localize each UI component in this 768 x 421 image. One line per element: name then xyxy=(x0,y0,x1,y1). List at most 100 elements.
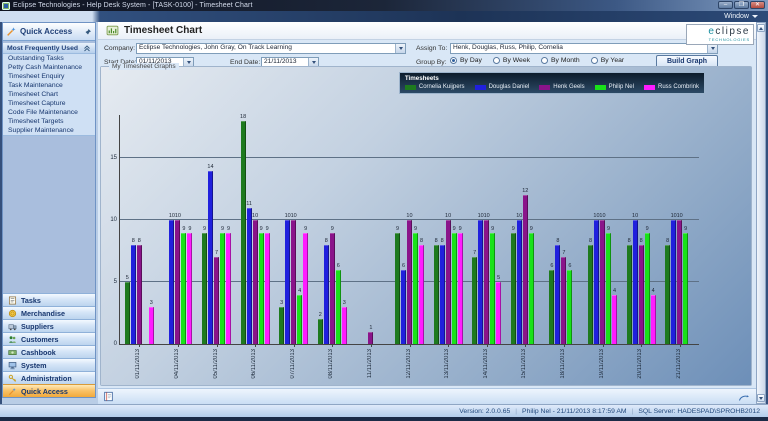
bar-henk-geels[interactable] xyxy=(446,220,451,344)
maximize-button[interactable]: ❐ xyxy=(734,1,749,9)
minimize-button[interactable]: – xyxy=(718,1,733,9)
bar-douglas-daniel[interactable] xyxy=(169,220,174,344)
bar-russ-combrink[interactable] xyxy=(187,233,192,344)
scroll-down-button[interactable] xyxy=(757,394,765,402)
bar-cornelia-kuijpers[interactable] xyxy=(511,233,516,344)
bar-russ-combrink[interactable] xyxy=(612,295,617,345)
scroll-up-button[interactable] xyxy=(757,24,765,32)
bar-philip-nel[interactable] xyxy=(452,233,457,344)
bar-cornelia-kuijpers[interactable] xyxy=(472,257,477,344)
radio-by-week[interactable]: By Week xyxy=(493,57,530,64)
sidebar-header[interactable]: Quick Access xyxy=(3,23,95,41)
bar-douglas-daniel[interactable] xyxy=(478,220,483,344)
bar-philip-nel[interactable] xyxy=(181,233,186,344)
vertical-scrollbar[interactable] xyxy=(756,22,766,404)
bar-henk-geels[interactable] xyxy=(253,220,258,344)
sidebar-item-timesheet-chart[interactable]: Timesheet Chart xyxy=(3,90,95,99)
close-button[interactable]: ✕ xyxy=(750,1,765,9)
bar-russ-combrink[interactable] xyxy=(265,233,270,344)
bar-russ-combrink[interactable] xyxy=(303,233,308,344)
bar-douglas-daniel[interactable] xyxy=(517,220,522,344)
bar-philip-nel[interactable] xyxy=(259,233,264,344)
bar-philip-nel[interactable] xyxy=(529,233,534,344)
bar-cornelia-kuijpers[interactable] xyxy=(588,245,593,344)
nav-cashbook[interactable]: Cashbook xyxy=(3,345,95,358)
bar-henk-geels[interactable] xyxy=(175,220,180,344)
radio-by-month[interactable]: By Month xyxy=(541,57,580,64)
bar-cornelia-kuijpers[interactable] xyxy=(125,282,130,344)
bar-philip-nel[interactable] xyxy=(413,233,418,344)
radio-by-day[interactable]: By Day xyxy=(450,57,482,64)
bar-philip-nel[interactable] xyxy=(683,233,688,344)
bar-russ-combrink[interactable] xyxy=(226,233,231,344)
bar-henk-geels[interactable] xyxy=(600,220,605,344)
bar-henk-geels[interactable] xyxy=(484,220,489,344)
bar-henk-geels[interactable] xyxy=(137,245,142,344)
bar-douglas-daniel[interactable] xyxy=(633,220,638,344)
bar-russ-combrink[interactable] xyxy=(496,282,501,344)
bar-douglas-daniel[interactable] xyxy=(555,245,560,344)
bar-philip-nel[interactable] xyxy=(490,233,495,344)
assign-to-select[interactable]: Henk, Douglas, Russ, Philip, Cornelia xyxy=(450,43,718,54)
radio-by-year[interactable]: By Year xyxy=(591,57,624,64)
bar-russ-combrink[interactable] xyxy=(651,295,656,345)
bar-henk-geels[interactable] xyxy=(523,195,528,344)
sidebar-item-petty-cash-maintenance[interactable]: Petty Cash Maintenance xyxy=(3,63,95,72)
most-frequently-used-header[interactable]: Most Frequently Used xyxy=(3,43,95,54)
bar-henk-geels[interactable] xyxy=(677,220,682,344)
bar-cornelia-kuijpers[interactable] xyxy=(318,319,323,344)
bar-henk-geels[interactable] xyxy=(407,220,412,344)
bar-philip-nel[interactable] xyxy=(336,270,341,344)
bar-philip-nel[interactable] xyxy=(645,233,650,344)
window-menu[interactable]: Window xyxy=(724,11,758,22)
bar-cornelia-kuijpers[interactable] xyxy=(665,245,670,344)
bar-cornelia-kuijpers[interactable] xyxy=(279,307,284,344)
sidebar-item-timesheet-capture[interactable]: Timesheet Capture xyxy=(3,99,95,108)
bar-douglas-daniel[interactable] xyxy=(440,245,445,344)
nav-quick-access[interactable]: Quick Access xyxy=(3,384,95,397)
sidebar-item-outstanding-tasks[interactable]: Outstanding Tasks xyxy=(3,54,95,63)
bar-cornelia-kuijpers[interactable] xyxy=(395,233,400,344)
bar-philip-nel[interactable] xyxy=(567,270,572,344)
sidebar-item-task-maintenance[interactable]: Task Maintenance xyxy=(3,81,95,90)
bar-russ-combrink[interactable] xyxy=(458,233,463,344)
bar-douglas-daniel[interactable] xyxy=(324,245,329,344)
bar-douglas-daniel[interactable] xyxy=(247,208,252,344)
bar-henk-geels[interactable] xyxy=(291,220,296,344)
nav-merchandise[interactable]: Merchandise xyxy=(3,306,95,319)
bar-cornelia-kuijpers[interactable] xyxy=(241,121,246,344)
bar-russ-combrink[interactable] xyxy=(149,307,154,344)
bar-cornelia-kuijpers[interactable] xyxy=(549,270,554,344)
nav-tasks[interactable]: Tasks xyxy=(3,293,95,306)
nav-customers[interactable]: Customers xyxy=(3,332,95,345)
bar-douglas-daniel[interactable] xyxy=(401,270,406,344)
bar-cornelia-kuijpers[interactable] xyxy=(202,233,207,344)
bar-philip-nel[interactable] xyxy=(297,295,302,345)
bar-philip-nel[interactable] xyxy=(220,233,225,344)
notebook-icon[interactable] xyxy=(103,391,114,402)
refresh-arrow-icon[interactable] xyxy=(738,392,751,402)
sidebar-item-supplier-maintenance[interactable]: Supplier Maintenance xyxy=(3,126,95,135)
sidebar-item-code-file-maintenance[interactable]: Code File Maintenance xyxy=(3,108,95,117)
bar-russ-combrink[interactable] xyxy=(342,307,347,344)
sidebar-item-timesheet-targets[interactable]: Timesheet Targets xyxy=(3,117,95,126)
bar-henk-geels[interactable] xyxy=(561,257,566,344)
bar-douglas-daniel[interactable] xyxy=(131,245,136,344)
bar-henk-geels[interactable] xyxy=(368,332,373,344)
bar-philip-nel[interactable] xyxy=(606,233,611,344)
bar-cornelia-kuijpers[interactable] xyxy=(434,245,439,344)
bar-henk-geels[interactable] xyxy=(639,245,644,344)
bar-cornelia-kuijpers[interactable] xyxy=(627,245,632,344)
pin-icon[interactable] xyxy=(84,28,92,36)
assign-dropdown-button[interactable] xyxy=(707,44,717,53)
bar-douglas-daniel[interactable] xyxy=(594,220,599,344)
bar-douglas-daniel[interactable] xyxy=(671,220,676,344)
sidebar-item-timesheet-enquiry[interactable]: Timesheet Enquiry xyxy=(3,72,95,81)
bar-russ-combrink[interactable] xyxy=(419,245,424,344)
bar-douglas-daniel[interactable] xyxy=(285,220,290,344)
company-select[interactable]: Eclipse Technologies, John Gray, On Trac… xyxy=(136,43,406,54)
nav-suppliers[interactable]: Suppliers xyxy=(3,319,95,332)
bar-henk-geels[interactable] xyxy=(214,257,219,344)
bar-henk-geels[interactable] xyxy=(330,233,335,344)
company-dropdown-button[interactable] xyxy=(395,44,405,53)
